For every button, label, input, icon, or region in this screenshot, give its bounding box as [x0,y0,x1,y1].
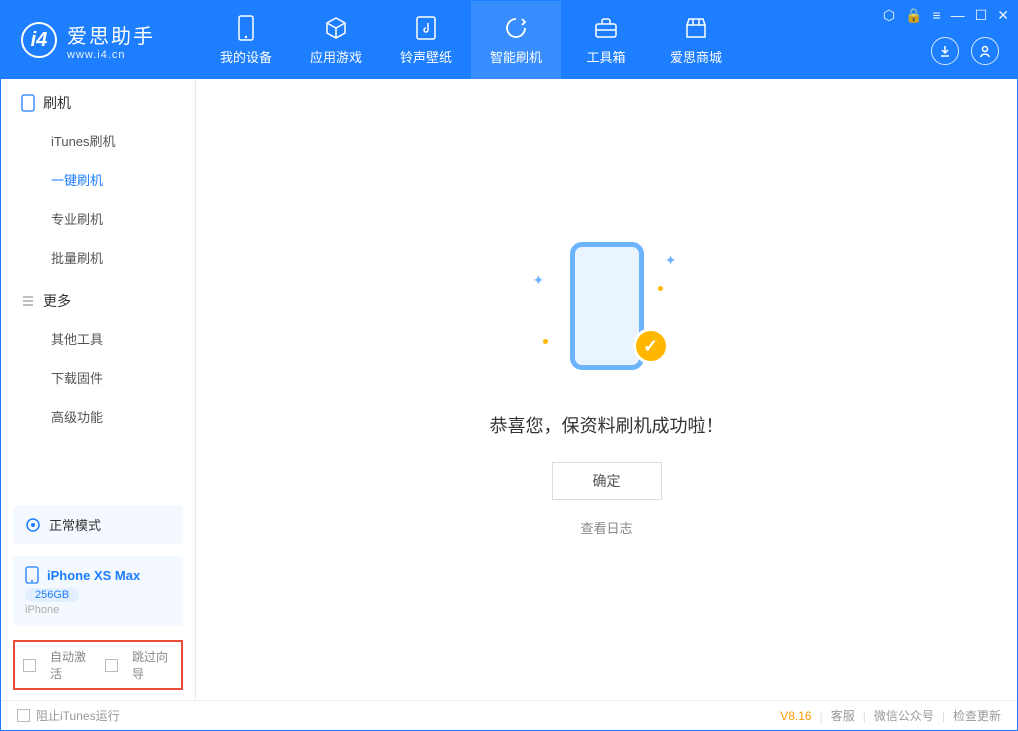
nav-tab-ringtone[interactable]: 铃声壁纸 [381,1,471,79]
device-name: iPhone XS Max [47,568,140,583]
app-title: 爱思助手 [67,20,155,49]
nav-tab-my-device[interactable]: 我的设备 [201,1,291,79]
nav-tabs: 我的设备 应用游戏 铃声壁纸 智能刷机 工具箱 爱思商城 [201,1,741,79]
toolbox-icon [593,15,619,41]
app-header: i4 爱思助手 www.i4.cn 我的设备 应用游戏 铃声壁纸 智能刷机 工具… [1,1,1017,79]
app-logo-icon: i4 [21,22,57,58]
maximize-icon[interactable]: ☐ [975,7,988,24]
shirt-icon[interactable]: ⬡ [883,7,895,24]
version-label: V8.16 [780,709,811,723]
nav-label: 爱思商城 [670,47,722,66]
device-storage: 256GB [25,588,79,602]
sidebar-item-batch-flash[interactable]: 批量刷机 [1,238,195,277]
sidebar-item-other-tools[interactable]: 其他工具 [1,319,195,358]
block-itunes-checkbox[interactable] [17,709,30,722]
mode-label: 正常模式 [49,515,101,534]
options-highlighted-row: 自动激活 跳过向导 [13,640,183,690]
skip-wizard-label: 跳过向导 [132,648,173,682]
sidebar-section-flash: 刷机 [1,79,195,121]
sidebar-section-more: 更多 [1,277,195,319]
device-type: iPhone [25,604,171,616]
mode-icon [25,517,41,533]
user-button[interactable] [971,37,999,65]
sidebar-item-pro-flash[interactable]: 专业刷机 [1,199,195,238]
footer-link-support[interactable]: 客服 [831,707,855,724]
ok-button[interactable]: 确定 [552,462,662,500]
sparkle-icon: ✦ [533,272,545,289]
nav-label: 铃声壁纸 [400,47,452,66]
check-badge-icon: ✓ [633,328,669,364]
skip-wizard-checkbox[interactable] [105,659,118,672]
sparkle-icon: ✦ [665,252,677,269]
success-message: 恭喜您，保资料刷机成功啦！ [490,412,724,438]
nav-tab-flash[interactable]: 智能刷机 [471,1,561,79]
download-button[interactable] [931,37,959,65]
phone-illustration [570,242,644,370]
nav-tab-store[interactable]: 爱思商城 [651,1,741,79]
phone-icon [233,15,259,41]
sidebar-item-oneclick-flash[interactable]: 一键刷机 [1,160,195,199]
sidebar: 刷机 iTunes刷机 一键刷机 专业刷机 批量刷机 更多 其他工具 下载固件 … [1,79,196,700]
logo-area: i4 爱思助手 www.i4.cn [1,20,201,61]
list-icon [21,294,35,308]
store-icon [683,15,709,41]
footer-link-wechat[interactable]: 微信公众号 [874,707,934,724]
header-right-icons [931,37,999,65]
dot-icon [543,339,548,344]
nav-tab-toolbox[interactable]: 工具箱 [561,1,651,79]
success-illustration: ✦ ✦ ✓ [547,242,667,382]
nav-label: 工具箱 [586,47,625,66]
nav-label: 智能刷机 [490,47,542,66]
app-body: 刷机 iTunes刷机 一键刷机 专业刷机 批量刷机 更多 其他工具 下载固件 … [1,79,1017,700]
auto-activate-label: 自动激活 [50,648,91,682]
device-info-box[interactable]: iPhone XS Max 256GB iPhone [13,556,183,626]
sidebar-item-itunes-flash[interactable]: iTunes刷机 [1,121,195,160]
nav-label: 我的设备 [220,47,272,66]
phone-small-icon [21,94,35,112]
close-icon[interactable]: ✕ [997,7,1009,24]
cube-icon [323,15,349,41]
music-file-icon [413,15,439,41]
block-itunes-label: 阻止iTunes运行 [36,707,120,724]
device-phone-icon [25,566,39,584]
status-bar: 阻止iTunes运行 V8.16 | 客服 | 微信公众号 | 检查更新 [1,700,1017,730]
footer-link-update[interactable]: 检查更新 [953,707,1001,724]
dot-icon [658,286,663,291]
nav-label: 应用游戏 [310,47,362,66]
menu-icon[interactable]: ≡ [933,7,941,24]
refresh-shield-icon [503,15,529,41]
nav-tab-apps[interactable]: 应用游戏 [291,1,381,79]
auto-activate-checkbox[interactable] [23,659,36,672]
device-mode-box[interactable]: 正常模式 [13,505,183,544]
main-content: ✦ ✦ ✓ 恭喜您，保资料刷机成功啦！ 确定 查看日志 [196,79,1017,700]
sidebar-item-advanced[interactable]: 高级功能 [1,397,195,436]
view-log-link[interactable]: 查看日志 [580,518,632,537]
app-subtitle: www.i4.cn [67,49,155,61]
lock-icon[interactable]: 🔒 [905,7,922,24]
sidebar-item-download-firmware[interactable]: 下载固件 [1,358,195,397]
window-controls: ⬡ 🔒 ≡ — ☐ ✕ [883,7,1009,24]
minimize-icon[interactable]: — [951,7,965,24]
